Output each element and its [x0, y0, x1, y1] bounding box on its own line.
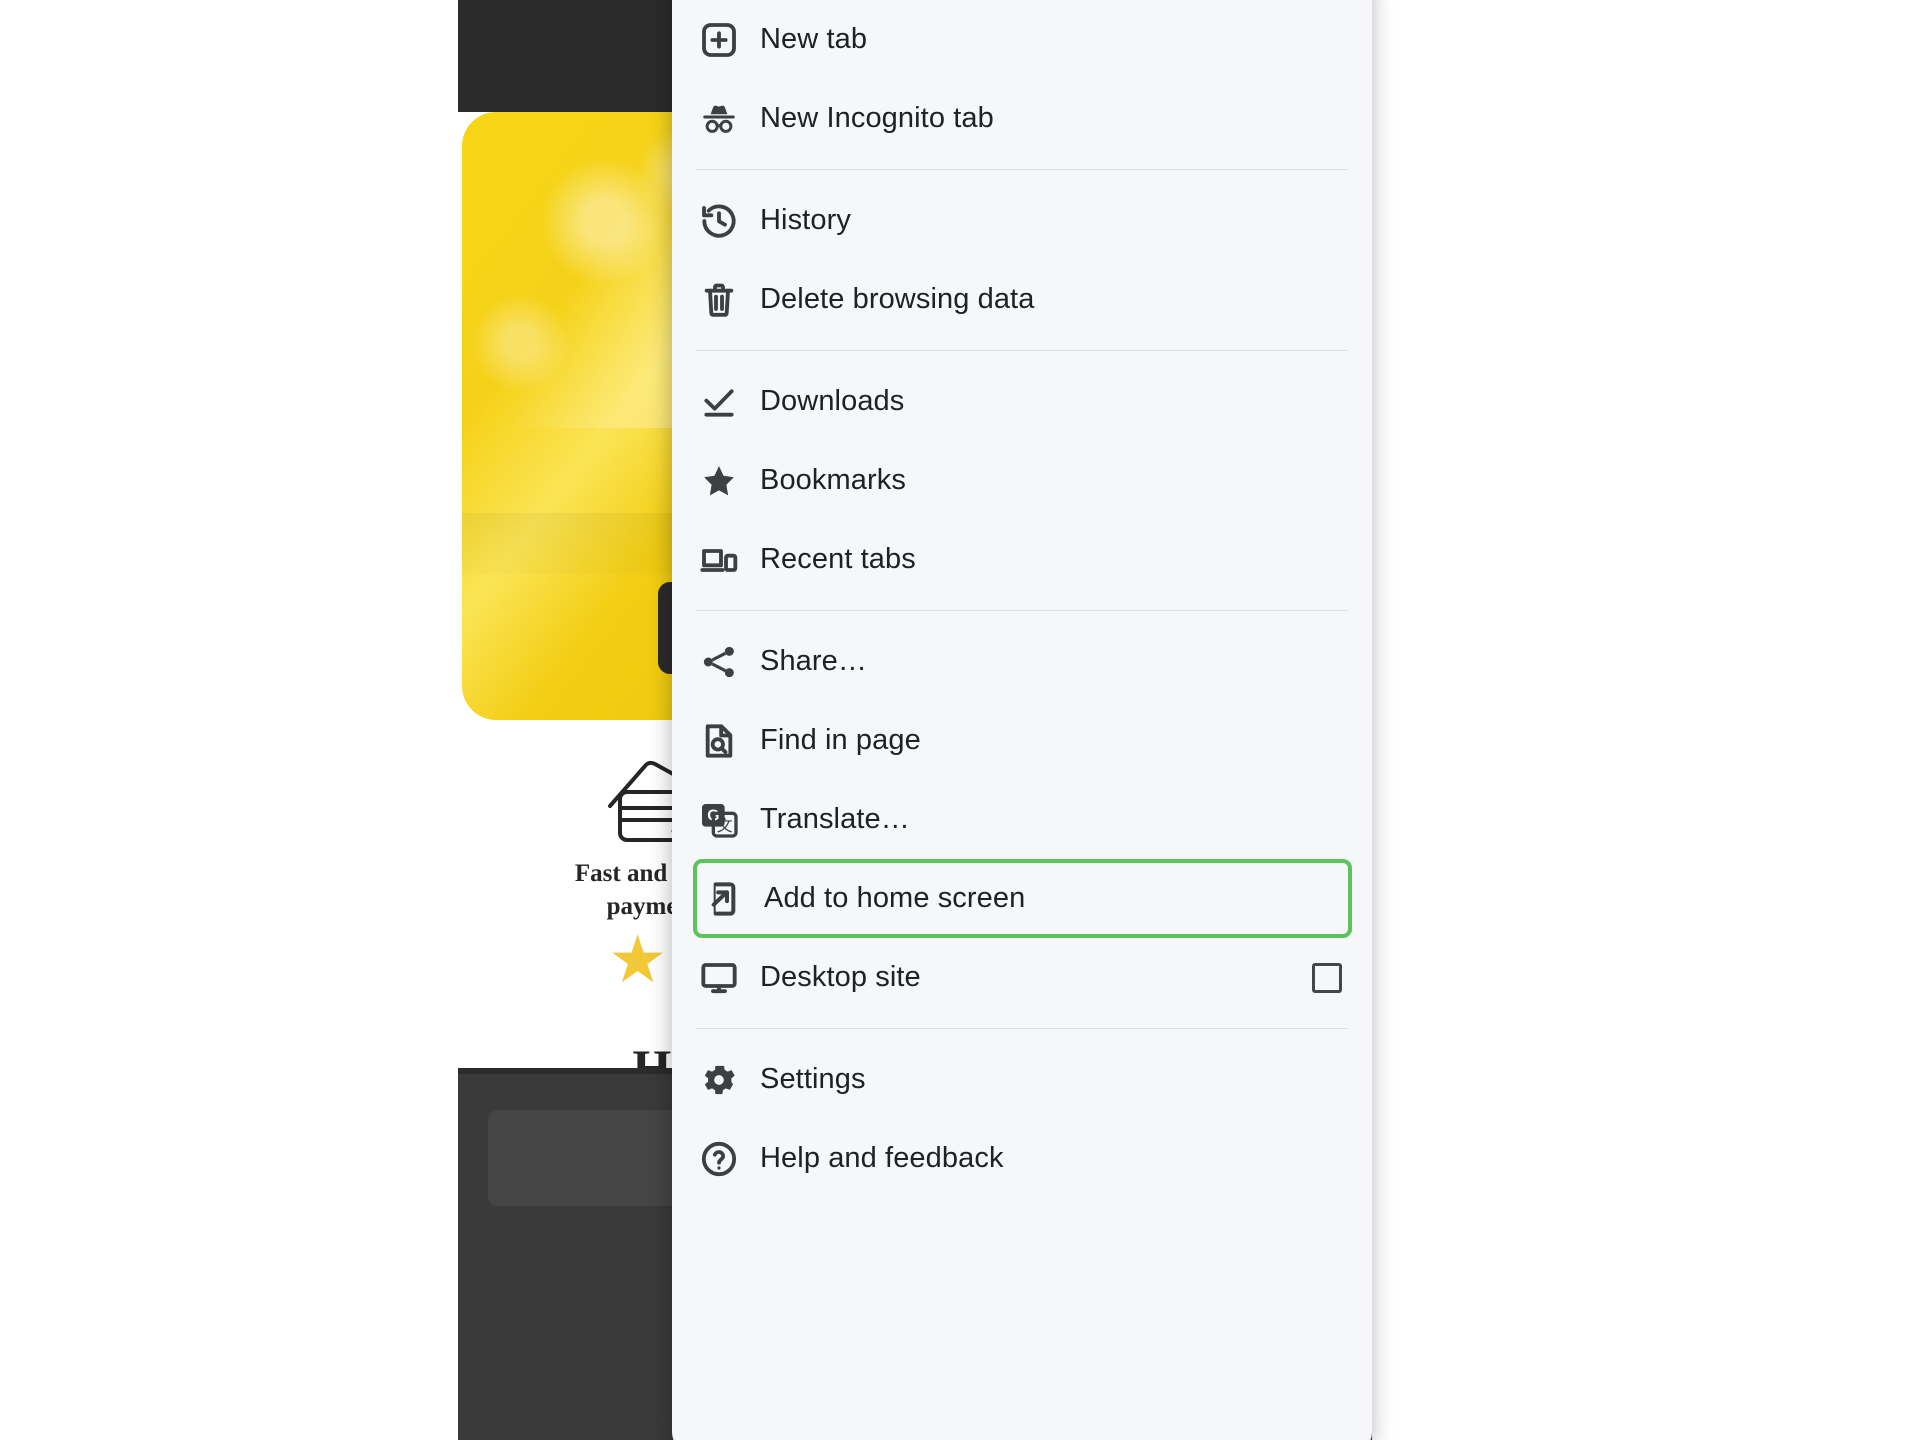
menu-item-label: Help and feedback — [760, 1142, 1004, 1174]
menu-item-label: History — [760, 204, 851, 236]
menu-separator — [696, 169, 1348, 170]
review-star-icon: ★ — [608, 922, 668, 996]
trash-icon — [696, 277, 742, 323]
help-circle-icon — [696, 1136, 742, 1182]
menu-item-settings[interactable]: Settings — [672, 1040, 1372, 1119]
browser-overflow-menu: New tab New Incognito tab History Delete br… — [672, 0, 1372, 1440]
new-tab-icon — [696, 17, 742, 63]
desktop-icon — [696, 955, 742, 1001]
menu-item-share[interactable]: Share… — [672, 622, 1372, 701]
menu-item-delete-browsing-data[interactable]: Delete browsing data — [672, 260, 1372, 339]
menu-item-label: New Incognito tab — [760, 102, 994, 134]
share-icon — [696, 639, 742, 685]
menu-item-history[interactable]: History — [672, 181, 1372, 260]
find-in-page-icon — [696, 718, 742, 764]
menu-item-label: Bookmarks — [760, 464, 906, 496]
menu-item-label: Downloads — [760, 385, 905, 417]
menu-item-downloads[interactable]: Downloads — [672, 362, 1372, 441]
menu-item-label: Desktop site — [760, 961, 921, 993]
menu-item-find-in-page[interactable]: Find in page — [672, 701, 1372, 780]
menu-separator — [696, 350, 1348, 351]
menu-item-desktop-site[interactable]: Desktop site — [672, 938, 1372, 1017]
history-icon — [696, 198, 742, 244]
download-check-icon — [696, 379, 742, 425]
menu-item-label: Share… — [760, 645, 867, 677]
gear-icon — [696, 1057, 742, 1103]
menu-item-new-incognito-tab[interactable]: New Incognito tab — [672, 79, 1372, 158]
menu-separator — [696, 1028, 1348, 1029]
incognito-icon — [696, 96, 742, 142]
menu-item-label: New tab — [760, 23, 868, 55]
menu-item-new-tab[interactable]: New tab — [672, 0, 1372, 79]
add-to-home-screen-icon — [700, 876, 746, 922]
desktop-site-checkbox[interactable] — [1312, 962, 1342, 993]
menu-item-label: Find in page — [760, 724, 921, 756]
menu-item-label: Translate… — [760, 803, 910, 835]
star-icon — [696, 458, 742, 504]
menu-item-recent-tabs[interactable]: Recent tabs — [672, 520, 1372, 599]
svg-text:文: 文 — [717, 817, 733, 835]
menu-item-add-to-home-screen[interactable]: Add to home screen — [693, 859, 1352, 938]
menu-item-label: Add to home screen — [764, 882, 1026, 914]
menu-item-bookmarks[interactable]: Bookmarks — [672, 441, 1372, 520]
menu-item-help-and-feedback[interactable]: Help and feedback — [672, 1119, 1372, 1198]
translate-icon: G文 — [696, 797, 742, 843]
menu-item-label: Settings — [760, 1063, 866, 1095]
menu-item-translate[interactable]: G 文 Translate… — [672, 780, 1372, 859]
menu-separator — [696, 610, 1348, 611]
menu-item-label: Recent tabs — [760, 543, 916, 575]
menu-item-label: Delete browsing data — [760, 283, 1035, 315]
screen-root: LUC ★ Get a up Luck NDARD Fast and secur — [0, 0, 1920, 1440]
recent-tabs-icon — [696, 537, 742, 583]
